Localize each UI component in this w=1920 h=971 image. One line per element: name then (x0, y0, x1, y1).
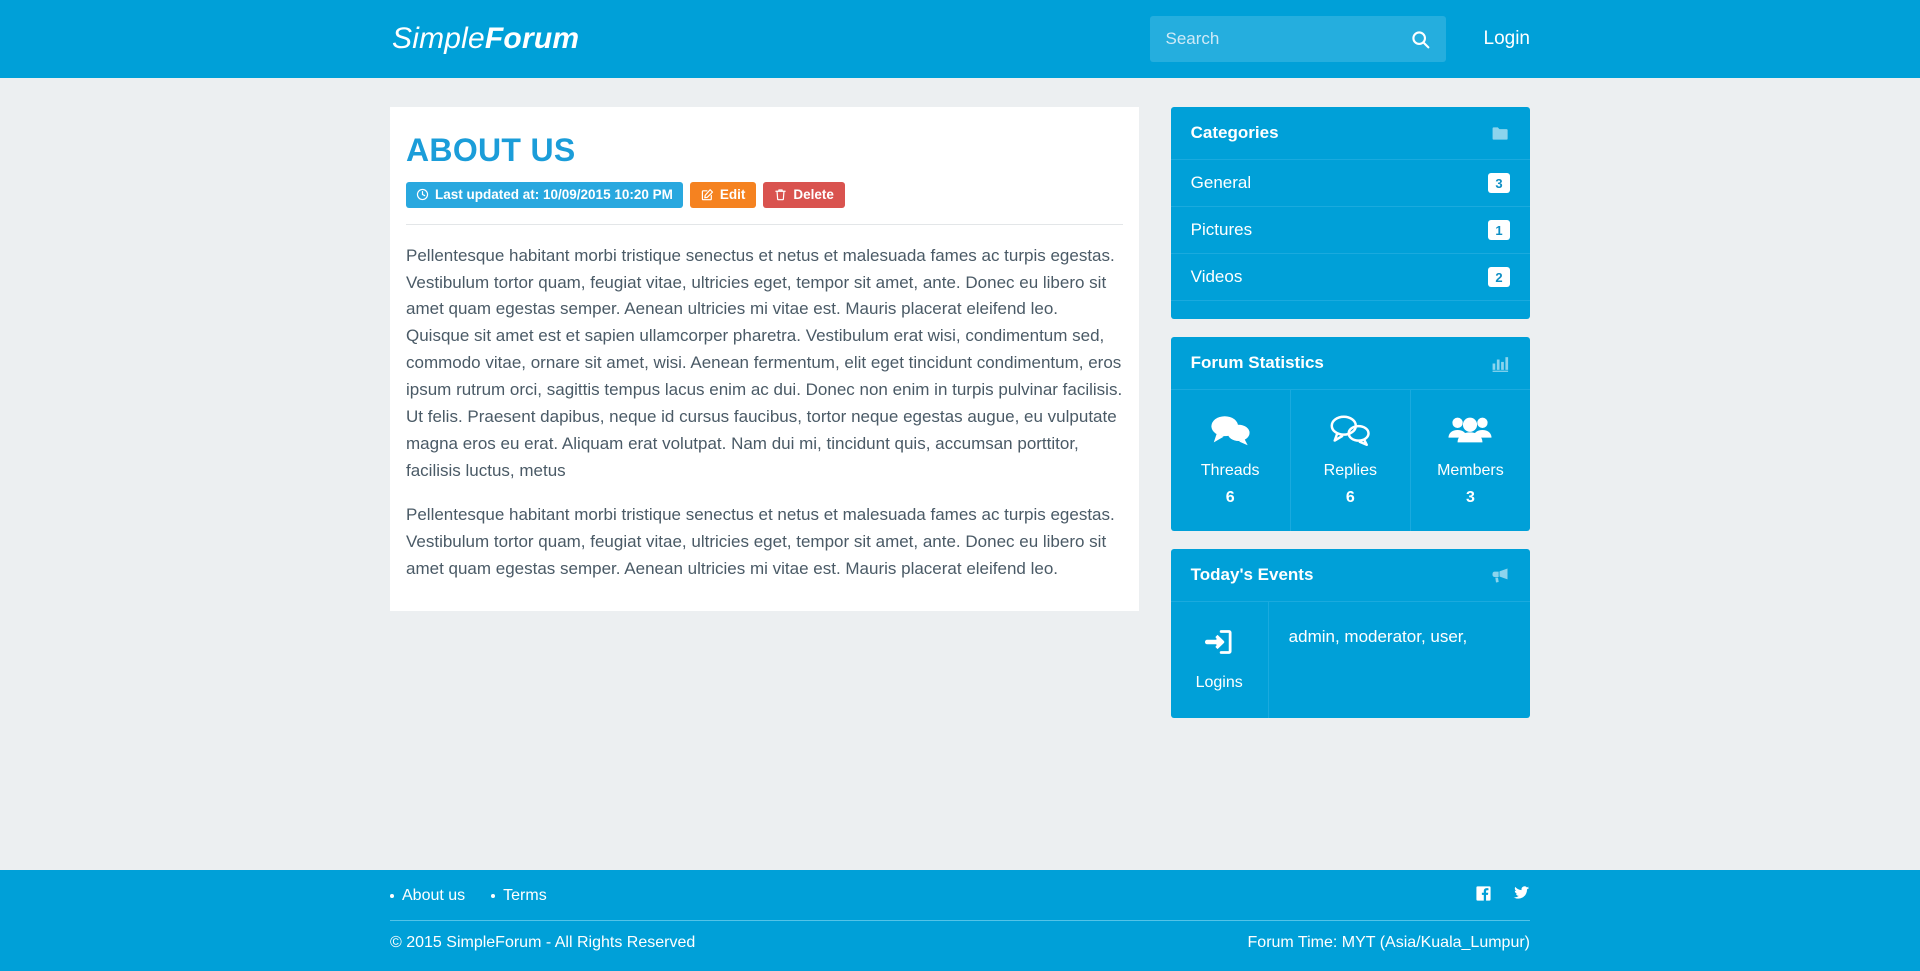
stat-replies: Replies 6 (1291, 390, 1411, 531)
login-link[interactable]: Login (1484, 28, 1531, 50)
site-header: SimpleForum Login (0, 0, 1920, 78)
trash-icon (775, 189, 787, 201)
stat-value: 3 (1465, 489, 1475, 506)
edit-button-label: Edit (719, 187, 746, 203)
header-inner: SimpleForum Login (390, 0, 1530, 78)
social-links (1475, 884, 1530, 907)
last-updated-badge: Last updated at: 10/09/2015 10:20 PM (406, 182, 683, 208)
statistics-panel: Forum Statistics Threads 6 Replies 6 Mem… (1170, 337, 1530, 531)
footer-top-row: About us Terms (390, 884, 1530, 921)
category-count-badge: 3 (1488, 173, 1510, 193)
footer-link-about-us[interactable]: About us (390, 887, 465, 905)
categories-panel-title: Categories (1190, 123, 1279, 142)
sidebar-item-pictures[interactable]: Pictures 1 (1170, 207, 1530, 254)
statistics-panel-title: Forum Statistics (1190, 353, 1324, 372)
twitter-icon (1513, 886, 1530, 899)
article-toolbar: Last updated at: 10/09/2015 10:20 PM Edi… (406, 182, 1123, 225)
sign-in-icon (1171, 622, 1268, 662)
copyright-text: © 2015 SimpleForum - All Rights Reserved (390, 934, 696, 951)
page-container: About Us Last updated at: 10/09/2015 10:… (390, 78, 1530, 736)
facebook-link[interactable] (1475, 885, 1492, 907)
footer-link-label: Terms (503, 886, 547, 904)
users-icon (1411, 410, 1530, 450)
search-box (1149, 16, 1446, 62)
events-panel-header: Today's Events (1170, 549, 1530, 602)
edit-button[interactable]: Edit (689, 182, 757, 208)
stat-members: Members 3 (1411, 390, 1530, 531)
events-logins-cell: Logins (1171, 602, 1269, 718)
pencil-square-icon (701, 189, 713, 201)
delete-button[interactable]: Delete (763, 182, 845, 208)
site-footer: About us Terms © 2015 SimpleForum - All … (0, 870, 1920, 971)
stat-label: Replies (1323, 462, 1377, 479)
page-root: SimpleForum Login About Us (0, 0, 1920, 971)
footer-inner: About us Terms © 2015 SimpleForum - All … (390, 870, 1530, 952)
site-logo[interactable]: SimpleForum (390, 22, 579, 56)
search-input[interactable] (1149, 16, 1446, 62)
events-row-label: Logins (1195, 674, 1243, 691)
last-updated-text: Last updated at: 10/09/2015 10:20 PM (435, 187, 673, 203)
article-paragraph: Pellentesque habitant morbi tristique se… (406, 245, 1123, 480)
category-label: General (1190, 173, 1252, 192)
events-logins-value: admin, moderator, user, (1288, 627, 1468, 646)
facebook-icon (1476, 885, 1491, 901)
logo-text-light: Simple (392, 22, 485, 55)
footer-bottom-row: © 2015 SimpleForum - All Rights Reserved… (390, 921, 1530, 952)
footer-links: About us Terms (390, 887, 547, 905)
article-paragraph: Pellentesque habitant morbi tristique se… (406, 505, 1115, 579)
comments-outline-icon (1291, 410, 1410, 450)
article-card: About Us Last updated at: 10/09/2015 10:… (390, 107, 1139, 611)
category-label: Videos (1190, 267, 1243, 286)
twitter-link[interactable] (1512, 884, 1530, 907)
events-panel-title: Today's Events (1190, 565, 1314, 584)
clock-icon (416, 189, 429, 201)
bullet-icon (491, 893, 496, 898)
sidebar-item-videos[interactable]: Videos 2 (1170, 254, 1530, 301)
forum-time-text: Forum Time: MYT (Asia/Kuala_Lumpur) (1247, 934, 1530, 951)
panel-spacer (1171, 301, 1530, 319)
events-row: Logins admin, moderator, user, (1171, 602, 1530, 718)
delete-button-label: Delete (793, 187, 834, 203)
stat-value: 6 (1225, 489, 1235, 506)
categories-panel: Categories General 3 Pictures 1 Videos 2 (1170, 107, 1530, 319)
statistics-row: Threads 6 Replies 6 Members 3 (1171, 390, 1530, 531)
bar-chart-icon (1491, 354, 1510, 373)
logo-text-bold: Forum (484, 22, 580, 55)
stat-label: Members (1437, 462, 1504, 479)
footer-link-label: About us (402, 886, 466, 904)
footer-link-terms[interactable]: Terms (491, 887, 547, 905)
category-label: Pictures (1190, 220, 1253, 239)
search-icon (1412, 30, 1430, 48)
folder-icon (1491, 124, 1510, 143)
categories-panel-header: Categories (1170, 107, 1530, 160)
stat-label: Threads (1200, 462, 1260, 479)
sidebar-item-general[interactable]: General 3 (1170, 160, 1530, 207)
comments-filled-icon (1171, 410, 1290, 450)
bullet-icon (390, 893, 394, 898)
header-right: Login (1149, 16, 1531, 62)
main-column: About Us Last updated at: 10/09/2015 10:… (390, 107, 1139, 611)
stat-threads: Threads 6 (1171, 390, 1291, 531)
bullhorn-icon (1490, 565, 1510, 585)
page-title: About Us (406, 132, 576, 168)
statistics-panel-header: Forum Statistics (1170, 337, 1530, 390)
stat-value: 6 (1345, 489, 1355, 506)
category-count-badge: 2 (1488, 267, 1510, 287)
events-panel: Today's Events Logins admin, moderator, … (1170, 549, 1530, 718)
sidebar: Categories General 3 Pictures 1 Videos 2… (1170, 107, 1530, 736)
category-count-badge: 1 (1488, 220, 1510, 240)
search-button[interactable] (1406, 16, 1436, 62)
